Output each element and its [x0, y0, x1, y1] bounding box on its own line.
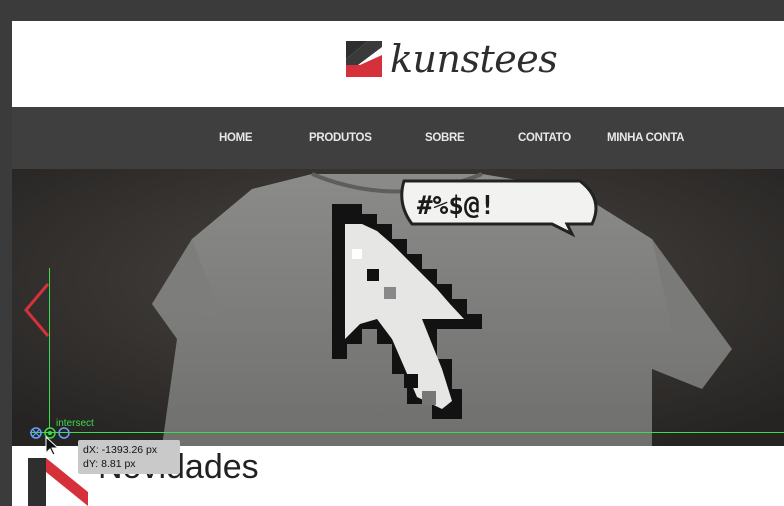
brand-name: kunstees — [390, 37, 558, 81]
main-navigation: HOME PRODUTOS SOBRE CONTATO MINHA CONTA — [12, 107, 784, 169]
nav-sobre[interactable]: SOBRE — [425, 107, 465, 169]
mouse-pointer-icon — [45, 436, 60, 456]
measure-guide-horizontal[interactable] — [30, 432, 784, 433]
nav-minha-conta[interactable]: MINHA CONTA — [607, 107, 685, 169]
nav-contato[interactable]: CONTATO — [518, 107, 571, 169]
nav-home[interactable]: HOME — [219, 107, 253, 169]
web-page: kunstees HOME PRODUTOS SOBRE CONTATO MIN… — [12, 21, 784, 506]
measure-guide-vertical[interactable] — [49, 268, 50, 428]
measure-tooltip: dX: -1393.26 px dY: 8.81 px — [78, 440, 180, 474]
svg-text:#%$@!: #%$@! — [417, 191, 495, 221]
dy-readout: dY: 8.81 px — [83, 458, 136, 470]
carousel-prev-arrow-icon[interactable] — [22, 282, 52, 338]
site-logo[interactable]: kunstees — [346, 36, 558, 82]
nav-produtos[interactable]: PRODUTOS — [309, 107, 372, 169]
logo-mark-icon — [346, 41, 382, 77]
dx-readout: dX: -1393.26 px — [83, 444, 158, 456]
hero-banner[interactable]: #%$@! — [12, 169, 784, 446]
tshirt-photo: #%$@! — [12, 169, 784, 446]
intersect-label: intersect — [56, 418, 94, 429]
